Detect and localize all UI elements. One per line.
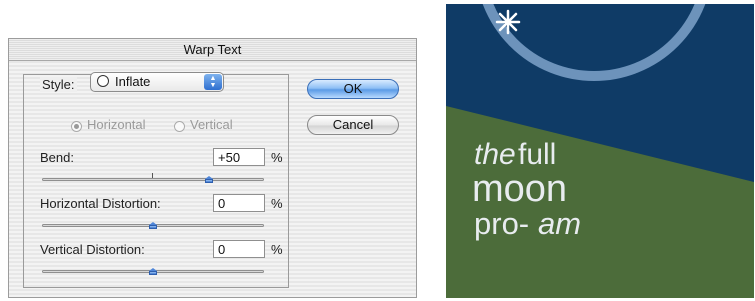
vertical-radio[interactable]: [174, 121, 185, 132]
preview-text-full: full: [518, 138, 556, 171]
horizontal-radio[interactable]: [71, 121, 82, 132]
vertical-distortion-slider-thumb[interactable]: [149, 268, 158, 275]
bend-label: Bend:: [40, 150, 74, 165]
vertical-distortion-input[interactable]: [213, 240, 265, 258]
inflate-style-icon: [97, 75, 109, 87]
bend-input[interactable]: [213, 148, 265, 166]
cancel-button[interactable]: Cancel: [307, 115, 399, 135]
horizontal-radio-label: Horizontal: [87, 117, 146, 132]
horizontal-distortion-input[interactable]: [213, 194, 265, 212]
horizontal-distortion-label: Horizontal Distortion:: [40, 196, 161, 211]
preview-text-pro: pro-: [474, 206, 529, 241]
bend-slider-thumb[interactable]: [204, 176, 214, 183]
horizontal-distortion-unit: %: [271, 196, 283, 211]
dialog-title: Warp Text: [183, 42, 242, 57]
horizontal-distortion-slider-thumb[interactable]: [149, 222, 158, 229]
dialog-titlebar[interactable]: Warp Text: [9, 39, 416, 61]
bend-unit: %: [271, 150, 283, 165]
popup-arrows-icon: ▲ ▼: [204, 74, 222, 90]
preview-text-moon: moon: [472, 168, 567, 210]
preview-text-am: am: [538, 206, 581, 241]
style-popup[interactable]: Inflate ▲ ▼: [90, 72, 224, 92]
preview-canvas: the full moon pro- am: [446, 4, 754, 298]
vertical-distortion-unit: %: [271, 242, 283, 257]
bend-slider[interactable]: [42, 178, 264, 181]
vertical-radio-label: Vertical: [190, 117, 233, 132]
style-popup-value: Inflate: [115, 74, 151, 89]
ok-button[interactable]: OK: [307, 79, 399, 99]
warp-text-dialog: Warp Text Style: Inflate ▲ ▼ Horizontal V…: [8, 38, 417, 298]
vertical-distortion-label: Vertical Distortion:: [40, 242, 145, 257]
star-icon: [495, 9, 521, 35]
preview-text-the: the: [474, 138, 516, 171]
style-label: Style:: [40, 77, 77, 92]
warp-preview-image: the full moon pro- am: [446, 4, 754, 298]
